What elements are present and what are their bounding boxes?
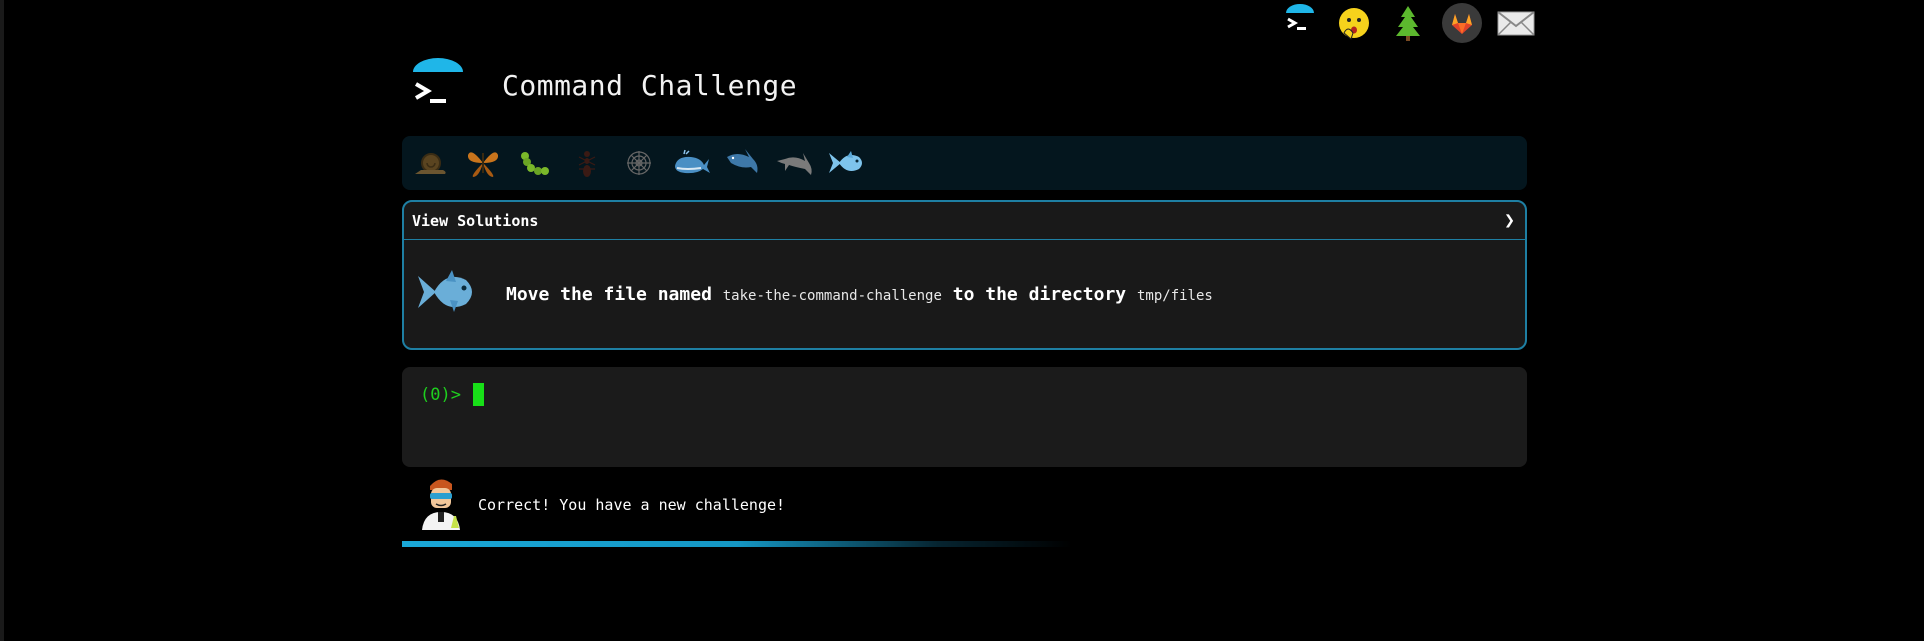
text-cursor bbox=[472, 383, 484, 406]
butterfly-icon[interactable] bbox=[462, 143, 504, 183]
terminal-input[interactable]: (0)> bbox=[402, 367, 1527, 467]
file-name: take-the-command-challenge bbox=[722, 287, 942, 304]
terminal-logo-icon[interactable] bbox=[1280, 3, 1320, 43]
top-nav bbox=[1280, 3, 1536, 43]
spider-web-icon[interactable] bbox=[618, 143, 660, 183]
directory-name: tmp/files bbox=[1136, 287, 1213, 304]
level-bar bbox=[402, 136, 1527, 190]
page-header: Command Challenge bbox=[410, 58, 797, 112]
prompt-line: (0)> bbox=[420, 383, 1509, 406]
chevron-right-icon: ❯ bbox=[1504, 210, 1515, 231]
status-text: Correct! You have a new challenge! bbox=[478, 496, 786, 514]
shark-icon[interactable] bbox=[722, 143, 764, 183]
challenge-card: View Solutions ❯ Move the file named tak… bbox=[402, 200, 1527, 350]
terminal-logo-icon[interactable] bbox=[410, 58, 470, 112]
page-title: Command Challenge bbox=[502, 68, 798, 102]
progress-bar bbox=[402, 541, 1072, 547]
dolphin-icon[interactable] bbox=[774, 143, 816, 183]
challenge-description: Move the file named take-the-command-cha… bbox=[506, 284, 1213, 305]
hushed-face-icon[interactable] bbox=[1334, 3, 1374, 43]
challenge-body: Move the file named take-the-command-cha… bbox=[404, 240, 1525, 348]
ant-icon[interactable] bbox=[566, 143, 608, 183]
envelope-icon[interactable] bbox=[1496, 3, 1536, 43]
fish-icon[interactable] bbox=[826, 143, 868, 183]
tree-icon[interactable] bbox=[1388, 3, 1428, 43]
challenge-middle: to the directory bbox=[952, 283, 1127, 305]
view-solutions-label: View Solutions bbox=[412, 211, 539, 230]
window-edge bbox=[0, 0, 4, 641]
caterpillar-icon[interactable] bbox=[514, 143, 556, 183]
fish-icon bbox=[416, 266, 482, 322]
view-solutions-toggle[interactable]: View Solutions ❯ bbox=[404, 202, 1525, 240]
gitlab-icon[interactable] bbox=[1442, 3, 1482, 43]
prompt: (0)> bbox=[420, 384, 461, 405]
challenge-prefix: Move the file named bbox=[506, 283, 712, 305]
whale-icon[interactable] bbox=[670, 143, 712, 183]
status-message: Correct! You have a new challenge! bbox=[418, 476, 785, 534]
snail-icon[interactable] bbox=[410, 143, 452, 183]
scientist-avatar-icon bbox=[418, 476, 466, 534]
